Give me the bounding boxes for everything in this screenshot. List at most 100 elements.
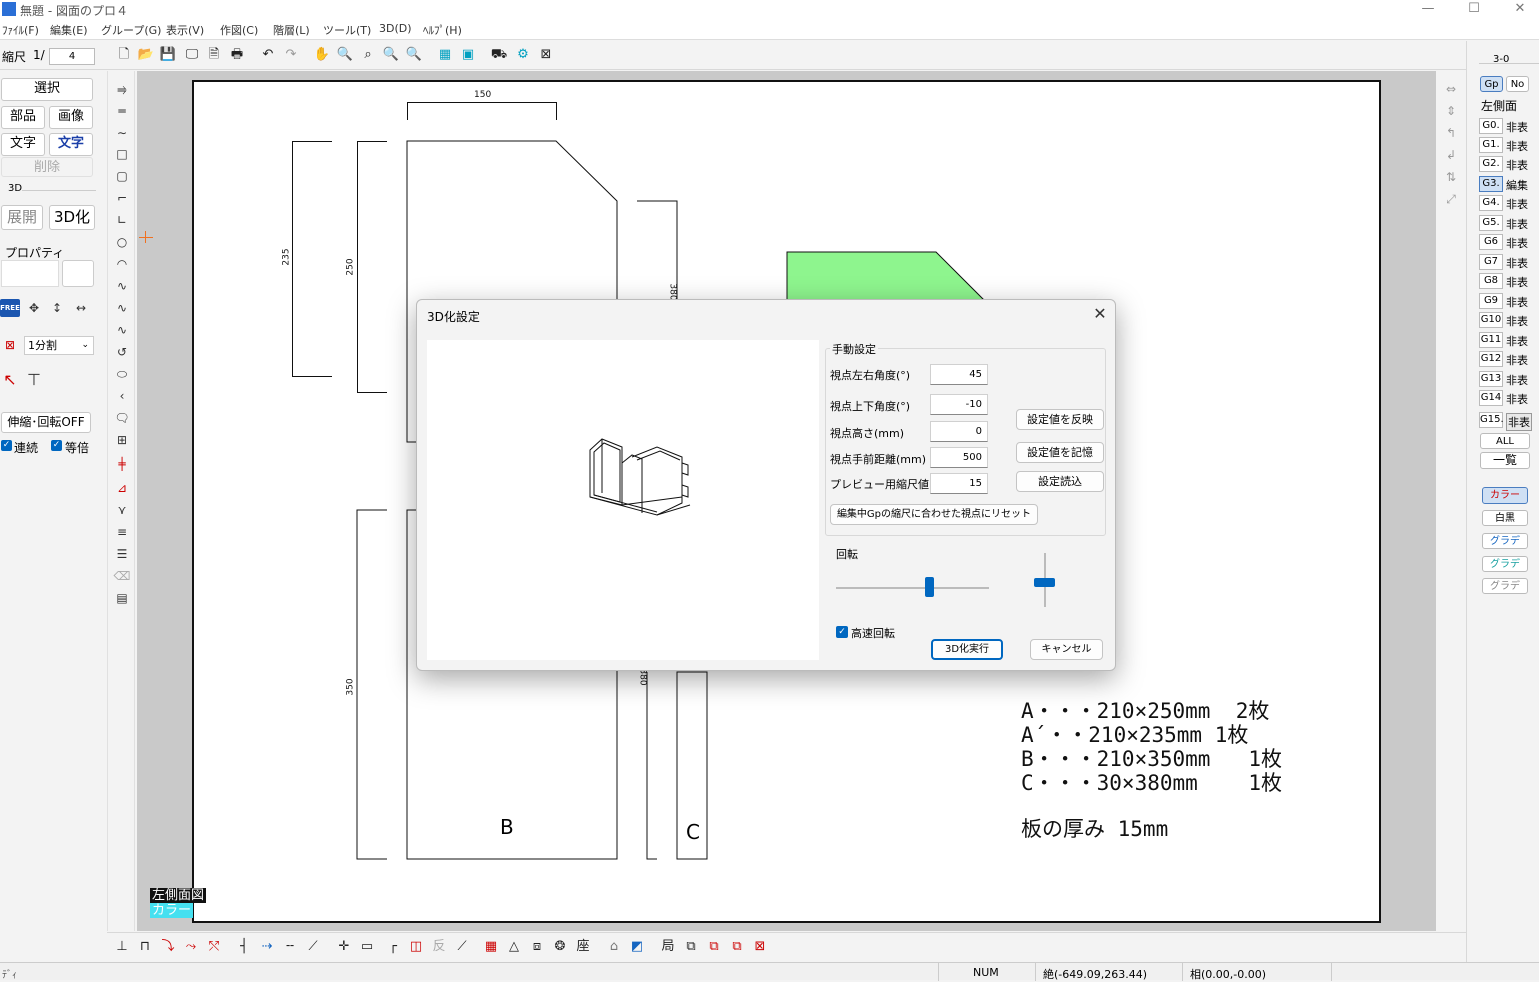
group-state[interactable]: 非表 — [1506, 372, 1528, 388]
center-cross-icon[interactable]: ✛ — [335, 938, 353, 956]
cross-snap-icon[interactable]: ⊤ — [24, 370, 44, 390]
text-style-button[interactable]: 文字 — [49, 133, 93, 156]
snap-settings-icon[interactable]: ⊠ — [537, 46, 555, 64]
new-file-icon[interactable]: 🗋 — [115, 46, 133, 64]
vertical-flip-icon[interactable]: ⇕ — [1441, 101, 1461, 121]
bw-button[interactable]: 白黒 — [1482, 510, 1528, 526]
group-name[interactable]: G5. — [1479, 215, 1503, 231]
group-row[interactable]: G0. 非表 — [1479, 118, 1535, 135]
group-state[interactable]: 非表 — [1506, 294, 1528, 310]
close-button[interactable]: ✕ — [1497, 0, 1539, 20]
area-icon[interactable]: ◩ — [628, 938, 646, 956]
group-name[interactable]: G11 — [1479, 332, 1503, 348]
snap-icon[interactable]: ⊠ — [0, 335, 20, 355]
color-button[interactable]: カラー — [1482, 487, 1528, 504]
group-name[interactable]: G14 — [1479, 390, 1503, 406]
paste-layer-icon[interactable]: ⧉ — [705, 938, 723, 956]
group-state[interactable]: 非表 — [1506, 196, 1528, 212]
scale-input[interactable]: 4 — [49, 48, 95, 65]
open-folder-icon[interactable]: 📂 — [137, 46, 155, 64]
dimension-icon[interactable]: ╪ — [112, 454, 132, 474]
unfold-button[interactable]: 展開 — [1, 205, 43, 230]
cancel-button[interactable]: キャンセル — [1030, 639, 1103, 660]
angle-icon[interactable]: ‹ — [112, 386, 132, 406]
circle-icon[interactable]: ○ — [112, 232, 132, 252]
view-ud-angle-input[interactable]: -10 — [930, 394, 988, 415]
group-row[interactable]: G7 非表 — [1479, 254, 1535, 271]
menu-file[interactable]: ﾌｧｲﾙ(F) — [2, 22, 39, 38]
hook-icon[interactable]: ↺ — [112, 342, 132, 362]
menu-tools[interactable]: ツール(T) — [323, 22, 371, 38]
menu-3d[interactable]: 3D(D) — [379, 22, 412, 35]
curve-a-icon[interactable]: ∿ — [112, 276, 132, 296]
group-name[interactable]: G6 — [1479, 234, 1503, 250]
menu-help[interactable]: ﾍﾙﾌﾟ(H) — [423, 22, 462, 38]
curve-b-icon[interactable]: ∿ — [112, 298, 132, 318]
slant-icon[interactable]: ⟋ — [453, 938, 471, 956]
face-icon[interactable]: ▭ — [358, 938, 376, 956]
group-name[interactable]: G0. — [1479, 118, 1503, 134]
vertical-move-icon[interactable]: ↕ — [47, 298, 67, 318]
branch-icon[interactable]: ⋎ — [112, 500, 132, 520]
frame-icon[interactable]: ⧈ — [528, 938, 546, 956]
pan-hand-icon[interactable]: ✋ — [313, 46, 331, 64]
clear-icon[interactable]: ⊠ — [751, 938, 769, 956]
hatch-a-icon[interactable]: ≡ — [112, 522, 132, 542]
list-button[interactable]: 一覧 — [1480, 452, 1530, 469]
no-toggle[interactable]: No — [1506, 76, 1529, 92]
select-button[interactable]: 選択 — [1, 78, 93, 101]
group-row[interactable]: G12 非表 — [1479, 351, 1535, 368]
stack-icon[interactable]: ⧉ — [728, 938, 746, 956]
3d-preview[interactable] — [427, 340, 819, 660]
group-name[interactable]: G10 — [1479, 312, 1503, 328]
gradient-button-1[interactable]: グラデ — [1482, 533, 1528, 549]
curve-c-icon[interactable]: ∿ — [112, 320, 132, 340]
snap-mid-icon[interactable]: ⤳ — [182, 938, 200, 956]
group-name[interactable]: G13 — [1479, 371, 1503, 387]
run-3d-button[interactable]: 3D化実行 — [931, 639, 1003, 660]
menu-layer[interactable]: 階層(L) — [273, 22, 310, 38]
minimize-button[interactable]: — — [1405, 0, 1451, 20]
maximize-button[interactable]: ☐ — [1451, 0, 1497, 20]
group-name[interactable]: G7 — [1479, 254, 1503, 270]
eraser-icon[interactable]: ⌫ — [112, 566, 132, 586]
group-row[interactable]: G4. 非表 — [1479, 195, 1535, 212]
save-settings-button[interactable]: 設定値を記憶 — [1016, 442, 1104, 463]
menu-group[interactable]: グループ(G) — [101, 22, 161, 38]
group-state[interactable]: 非表 — [1506, 157, 1528, 173]
property-color-box[interactable] — [62, 260, 94, 287]
menu-edit[interactable]: 編集(E) — [50, 22, 88, 38]
multi-line-icon[interactable]: ⥤ — [112, 79, 132, 99]
zoom-out-icon[interactable]: 🔍 — [382, 46, 400, 64]
group-name[interactable]: G1. — [1479, 137, 1503, 153]
rotate-left-icon[interactable]: ↰ — [1441, 123, 1461, 143]
group-state[interactable]: 非表 — [1506, 235, 1528, 251]
group-state[interactable]: 非表 — [1506, 274, 1528, 290]
group-row[interactable]: G8 非表 — [1479, 273, 1535, 290]
group-name[interactable]: G12 — [1479, 351, 1503, 367]
load-settings-button[interactable]: 設定読込 — [1016, 471, 1104, 492]
balloon-icon[interactable]: 🗨 — [112, 408, 132, 428]
continuous-checkbox[interactable]: ✓ — [1, 440, 12, 451]
gear-parts-icon[interactable]: ❂ — [551, 938, 569, 956]
group-row[interactable]: G9 非表 — [1479, 293, 1535, 310]
rotate-h-slider-thumb[interactable] — [925, 577, 934, 597]
group-name[interactable]: G3. — [1479, 176, 1503, 192]
group-row-active[interactable]: G3. 編集 — [1479, 176, 1535, 193]
all-button[interactable]: ALL — [1480, 433, 1530, 449]
menu-draw[interactable]: 作図(C) — [220, 22, 258, 38]
table-icon[interactable]: ▦ — [482, 938, 500, 956]
snap-dash-icon[interactable]: ╌ — [281, 938, 299, 956]
dialog-close-icon[interactable]: ✕ — [1089, 304, 1111, 326]
group-row[interactable]: G14 非表 — [1479, 390, 1535, 407]
group-name[interactable]: G2. — [1479, 156, 1503, 172]
swap-icon[interactable]: ⇅ — [1441, 167, 1461, 187]
group-state[interactable]: 非表 — [1506, 391, 1528, 407]
image-button[interactable]: 画像 — [49, 106, 93, 129]
snap-tangent-icon[interactable]: ⇢ — [258, 938, 276, 956]
ellipse-icon[interactable]: ⬭ — [112, 364, 132, 384]
group-state[interactable]: 非表 — [1506, 413, 1532, 431]
to-3d-button[interactable]: 3D化 — [49, 205, 95, 230]
text-button[interactable]: 文字 — [1, 133, 45, 156]
group-name[interactable]: G8 — [1479, 273, 1503, 289]
